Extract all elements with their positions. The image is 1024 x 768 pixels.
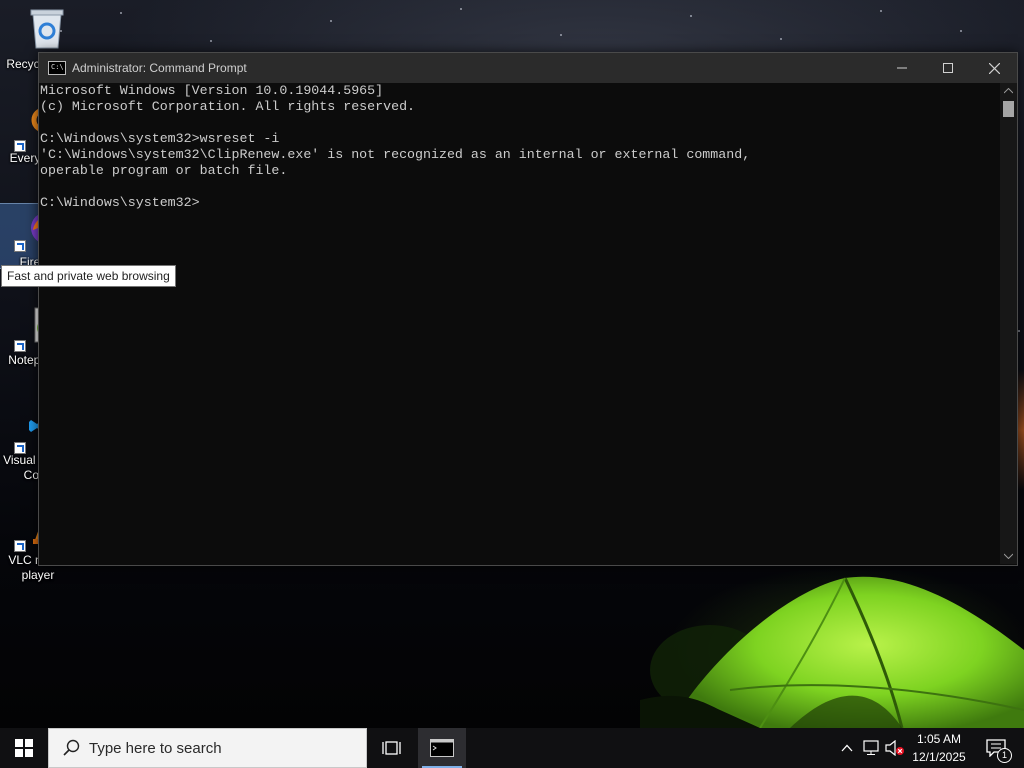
console-line: Microsoft Windows [Version 10.0.19044.59… — [40, 83, 384, 98]
search-placeholder: Type here to search — [89, 739, 222, 757]
taskbar: Type here to search 1:05 AM 12/1/2025 1 — [0, 728, 1024, 768]
close-icon — [988, 62, 1000, 74]
chevron-up-icon — [1004, 88, 1013, 94]
taskbar-command-prompt[interactable] — [418, 728, 466, 768]
shortcut-arrow-icon — [14, 340, 26, 352]
show-hidden-icons-button[interactable] — [838, 728, 856, 768]
minimize-button[interactable] — [879, 53, 925, 83]
shortcut-arrow-icon — [14, 540, 26, 552]
search-icon — [61, 737, 83, 759]
shortcut-arrow-icon — [14, 442, 26, 454]
chevron-up-icon — [841, 744, 853, 752]
shortcut-arrow-icon — [14, 240, 26, 252]
window-title: Administrator: Command Prompt — [72, 61, 247, 75]
console-line: operable program or batch file. — [40, 163, 288, 178]
shortcut-arrow-icon — [14, 140, 26, 152]
maximize-button[interactable] — [925, 53, 971, 83]
network-icon — [863, 740, 879, 755]
start-button[interactable] — [0, 728, 48, 768]
minimize-icon — [897, 67, 907, 69]
window-titlebar[interactable]: C:\ Administrator: Command Prompt — [39, 53, 1017, 83]
scroll-down-button[interactable] — [1000, 548, 1017, 564]
clock-time: 1:05 AM — [916, 732, 962, 746]
console-output[interactable]: Microsoft Windows [Version 10.0.19044.59… — [39, 83, 1000, 564]
network-tray-button[interactable] — [860, 728, 882, 768]
task-view-icon — [382, 741, 401, 755]
command-prompt-icon: C:\ — [48, 61, 66, 75]
command-prompt-icon — [430, 739, 454, 757]
console-line: (c) Microsoft Corporation. All rights re… — [40, 99, 416, 114]
scrollbar-thumb[interactable] — [1003, 101, 1014, 117]
clock-date: 12/1/2025 — [912, 750, 966, 764]
firefox-tooltip: Fast and private web browsing — [1, 265, 176, 287]
console-line: 'C:\Windows\system32\ClipRenew.exe' is n… — [40, 147, 751, 162]
windows-logo-icon — [15, 739, 33, 757]
console-prompt-line[interactable]: C:\Windows\system32> — [40, 195, 1000, 211]
taskbar-clock[interactable]: 1:05 AM 12/1/2025 — [906, 730, 972, 766]
volume-muted-icon — [885, 740, 904, 756]
vertical-scrollbar[interactable] — [1000, 83, 1017, 564]
task-view-button[interactable] — [368, 728, 416, 768]
close-button[interactable] — [971, 53, 1017, 83]
recycle-bin-icon — [30, 9, 64, 49]
console-line: C:\Windows\system32>wsreset -i — [40, 131, 280, 146]
tent-illustration — [640, 576, 1024, 728]
chevron-down-icon — [1004, 553, 1013, 559]
maximize-icon — [943, 63, 953, 73]
action-center-button[interactable]: 1 — [978, 728, 1014, 768]
volume-tray-button[interactable] — [884, 728, 906, 768]
taskbar-search-box[interactable]: Type here to search — [48, 728, 367, 768]
scroll-up-button[interactable] — [1000, 83, 1017, 99]
notification-count-badge: 1 — [997, 748, 1012, 763]
command-prompt-window[interactable]: C:\ Administrator: Command Prompt Micros… — [38, 52, 1018, 566]
